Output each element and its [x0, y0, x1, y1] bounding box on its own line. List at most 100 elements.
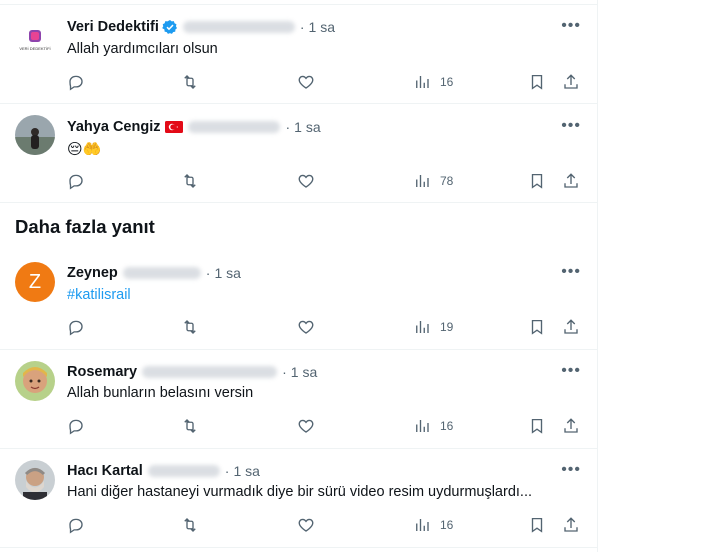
views-count: 78	[440, 174, 454, 188]
timestamp[interactable]: 1 sa	[291, 364, 317, 380]
timestamp[interactable]: 1 sa	[309, 19, 335, 35]
more-options-icon[interactable]: •••	[561, 362, 581, 380]
bookmark-icon	[531, 418, 543, 434]
heart-icon	[298, 518, 314, 532]
views-button[interactable]: 16	[413, 416, 453, 436]
bookmark-button[interactable]	[528, 171, 546, 191]
author-handle-blurred[interactable]	[182, 21, 295, 33]
views-count: 16	[440, 518, 454, 532]
action-bar: 16	[67, 515, 583, 535]
avatar[interactable]	[15, 115, 55, 155]
reply-text: Allah bunların belasını versin	[67, 385, 254, 401]
views-chart-icon	[416, 76, 429, 88]
share-button[interactable]	[562, 416, 580, 436]
more-replies-heading: Daha fazla yanıt	[15, 216, 155, 237]
author-name[interactable]: Veri Dedektifi	[67, 19, 159, 35]
views-chart-icon	[416, 321, 429, 333]
more-options-icon[interactable]: •••	[561, 17, 581, 35]
avatar[interactable]	[15, 460, 55, 500]
author-name[interactable]: Hacı Kartal	[67, 463, 143, 479]
reply-item[interactable]: Rosemary · 1 sa ••• Allah bunların belas…	[0, 350, 597, 449]
views-button[interactable]: 19	[413, 317, 453, 337]
author-handle-blurred[interactable]	[122, 267, 201, 279]
bookmark-icon	[531, 517, 543, 533]
author-name[interactable]: Zeynep	[67, 265, 118, 281]
retweet-icon	[184, 518, 196, 532]
timestamp[interactable]: 1 sa	[233, 463, 259, 479]
share-button[interactable]	[562, 317, 580, 337]
retweet-button[interactable]	[181, 171, 199, 191]
share-button[interactable]	[562, 515, 580, 535]
timestamp[interactable]: 1 sa	[214, 265, 240, 281]
reply-icon	[69, 419, 83, 435]
author-name[interactable]: Yahya Cengiz	[67, 119, 160, 135]
share-icon	[564, 74, 578, 89]
avatar[interactable]	[15, 361, 55, 401]
bookmark-button[interactable]	[528, 515, 546, 535]
more-options-icon[interactable]: •••	[561, 263, 581, 281]
reply-button[interactable]	[67, 515, 85, 535]
reply-icon	[69, 320, 83, 336]
retweet-icon	[184, 419, 196, 433]
views-count: 16	[440, 419, 454, 433]
like-button[interactable]	[297, 515, 315, 535]
reply-item[interactable]: VERİ DEDEKTİFİ Veri Dedektifi · 1 sa •••…	[0, 5, 597, 104]
bookmark-button[interactable]	[528, 317, 546, 337]
reply-text: Hani diğer hastaneyi vurmadık diye bir s…	[67, 484, 533, 500]
bookmark-icon	[531, 74, 543, 90]
author-name[interactable]: Rosemary	[67, 364, 137, 380]
reply-button[interactable]	[67, 416, 85, 436]
share-button[interactable]	[562, 171, 580, 191]
avatar[interactable]: VERİ DEDEKTİFİ	[15, 20, 55, 60]
reply-button[interactable]	[67, 72, 85, 92]
separator-dot: ·	[299, 19, 305, 35]
separator-dot: ·	[224, 463, 230, 479]
bookmark-button[interactable]	[528, 72, 546, 92]
author-handle-blurred[interactable]	[188, 121, 281, 133]
avatar[interactable]: Z	[15, 262, 55, 302]
reply-button[interactable]	[67, 317, 85, 337]
more-options-icon[interactable]: •••	[561, 461, 581, 479]
separator-dot: ·	[205, 265, 211, 281]
like-button[interactable]	[297, 72, 315, 92]
views-button[interactable]: 16	[413, 515, 453, 535]
tr-flag-icon	[165, 121, 184, 133]
views-button[interactable]: 16	[413, 72, 453, 92]
hashtag-link[interactable]: #katilisrail	[67, 287, 131, 303]
views-count: 19	[440, 320, 454, 334]
timestamp[interactable]: 1 sa	[294, 119, 320, 135]
like-button[interactable]	[297, 416, 315, 436]
reply-text: Allah yardımcıları olsun	[67, 41, 218, 57]
action-bar: 78	[67, 171, 583, 191]
author-handle-blurred[interactable]	[142, 366, 278, 378]
retweet-button[interactable]	[181, 515, 199, 535]
heart-icon	[298, 174, 314, 188]
reply-item[interactable]: Z Zeynep · 1 sa ••• #katilisrail 19	[0, 251, 597, 350]
like-button[interactable]	[297, 171, 315, 191]
views-button[interactable]: 78	[413, 171, 453, 191]
author-handle-blurred[interactable]	[147, 465, 220, 477]
retweet-button[interactable]	[181, 416, 199, 436]
share-icon	[564, 517, 578, 532]
separator-dot: ·	[282, 364, 287, 380]
share-button[interactable]	[562, 72, 580, 92]
retweet-icon	[184, 320, 196, 334]
views-chart-icon	[416, 519, 429, 531]
avatar-logo-text: VERİ DEDEKTİFİ	[19, 46, 50, 51]
reply-item[interactable]: Hacı Kartal · 1 sa ••• Hani diğer hastan…	[0, 449, 597, 548]
views-chart-icon	[416, 420, 429, 432]
reply-button[interactable]	[67, 171, 85, 191]
verified-badge-icon	[162, 20, 177, 34]
action-bar: 16	[67, 72, 583, 92]
reply-icon	[69, 75, 83, 91]
retweet-button[interactable]	[181, 72, 199, 92]
retweet-button[interactable]	[181, 317, 199, 337]
bookmark-button[interactable]	[528, 416, 546, 436]
retweet-icon	[184, 174, 196, 188]
bookmark-icon	[531, 173, 543, 189]
reply-item[interactable]: Yahya Cengiz · 1 sa ••• 😔🤲 78	[0, 104, 597, 203]
more-options-icon[interactable]: •••	[561, 117, 581, 135]
action-bar: 16	[67, 416, 583, 436]
like-button[interactable]	[297, 317, 315, 337]
share-icon	[564, 319, 578, 334]
